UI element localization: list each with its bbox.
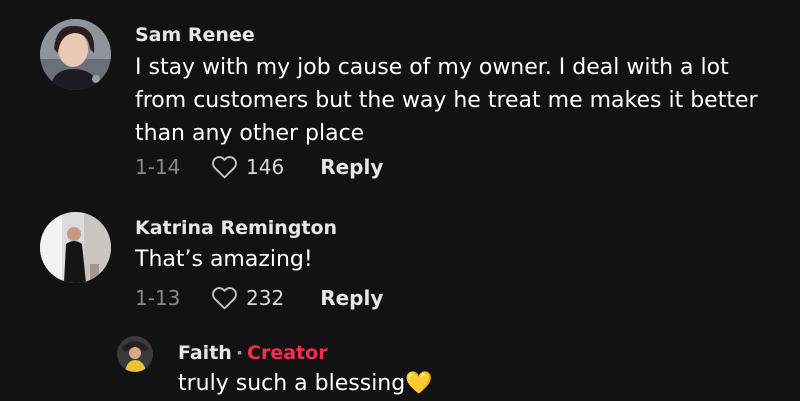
like-button[interactable]: 146 bbox=[211, 155, 284, 179]
heart-outline-icon bbox=[212, 287, 237, 310]
comment-actions: 1-14 146 Reply bbox=[135, 155, 383, 179]
reply-button[interactable]: Reply bbox=[320, 155, 383, 179]
comment-actions: 1-13 232 Reply bbox=[135, 286, 383, 310]
comment-date: 1-14 bbox=[135, 155, 181, 179]
like-count: 146 bbox=[246, 155, 285, 179]
comment-text: I stay with my job cause of my owner. I … bbox=[135, 55, 758, 146]
avatar-faith[interactable] bbox=[117, 336, 153, 372]
comment-date: 1-13 bbox=[135, 286, 181, 310]
comment-text: That’s amazing! bbox=[135, 247, 313, 272]
reply-author: Faith · Creator bbox=[178, 342, 328, 364]
avatar-katrina-remington[interactable] bbox=[40, 212, 111, 283]
avatar-image bbox=[40, 19, 111, 90]
comment-username[interactable]: Sam Renee bbox=[135, 24, 255, 46]
reply-button[interactable]: Reply bbox=[320, 286, 383, 310]
creator-badge: Creator bbox=[247, 342, 328, 364]
reply-username[interactable]: Faith bbox=[178, 342, 232, 364]
avatar-image bbox=[117, 336, 153, 372]
reply-text: truly such a blessing💛 bbox=[178, 371, 433, 396]
like-count: 232 bbox=[246, 286, 285, 310]
like-button[interactable]: 232 bbox=[211, 286, 284, 310]
avatar-image bbox=[40, 212, 111, 283]
heart-outline-icon bbox=[212, 156, 237, 179]
comment-username[interactable]: Katrina Remington bbox=[135, 217, 337, 239]
avatar-sam-renee[interactable] bbox=[40, 19, 111, 90]
separator-dot: · bbox=[235, 342, 244, 364]
